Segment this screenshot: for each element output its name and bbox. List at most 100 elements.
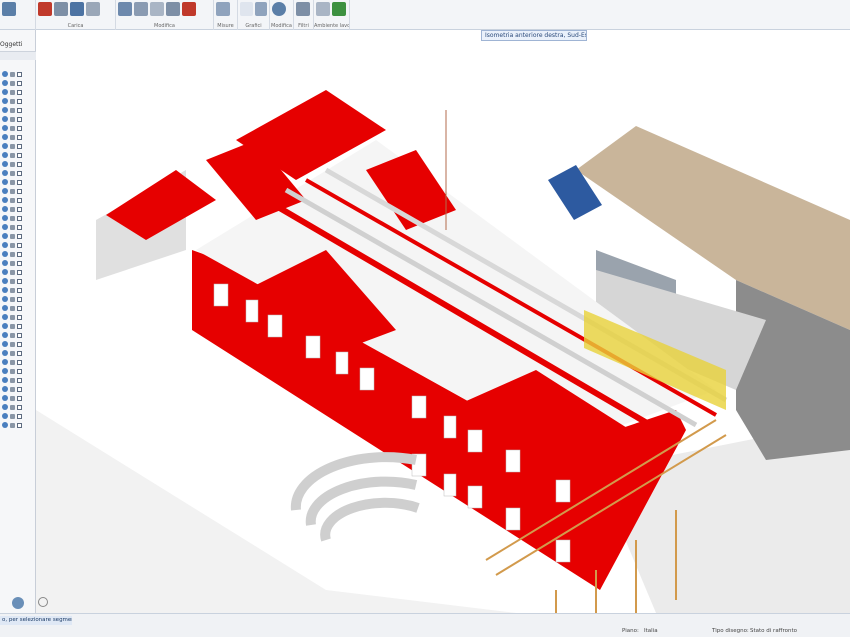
tree-row[interactable] xyxy=(2,250,34,258)
checkbox-icon[interactable] xyxy=(17,80,22,86)
checkbox-icon[interactable] xyxy=(17,395,22,401)
tree-row[interactable] xyxy=(2,142,34,150)
lock-icon[interactable] xyxy=(10,170,15,176)
eye-icon[interactable] xyxy=(2,413,8,419)
tree-row[interactable] xyxy=(2,367,34,375)
filter-icon[interactable] xyxy=(296,2,310,16)
checkbox-icon[interactable] xyxy=(17,179,22,185)
eye-icon[interactable] xyxy=(2,125,8,131)
tree-row[interactable] xyxy=(2,124,34,132)
tree-row[interactable] xyxy=(2,394,34,402)
checkbox-icon[interactable] xyxy=(17,233,22,239)
checkbox-icon[interactable] xyxy=(17,350,22,356)
tree-row[interactable] xyxy=(2,178,34,186)
checkbox-icon[interactable] xyxy=(17,197,22,203)
eye-icon[interactable] xyxy=(2,170,8,176)
line-icon[interactable] xyxy=(54,2,68,16)
copy-icon[interactable] xyxy=(70,2,84,16)
lock-icon[interactable] xyxy=(10,332,15,338)
tree-row[interactable] xyxy=(2,196,34,204)
tree-row[interactable] xyxy=(2,223,34,231)
tree-row[interactable] xyxy=(2,313,34,321)
eye-icon[interactable] xyxy=(2,386,8,392)
checkbox-icon[interactable] xyxy=(17,242,22,248)
tree-row[interactable] xyxy=(2,151,34,159)
tipo-disegno-value[interactable]: Stato di raffronto xyxy=(750,628,797,634)
lock-icon[interactable] xyxy=(10,386,15,392)
eye-icon[interactable] xyxy=(2,251,8,257)
lock-icon[interactable] xyxy=(10,179,15,185)
checkbox-icon[interactable] xyxy=(17,152,22,158)
tree-row[interactable] xyxy=(2,340,34,348)
tree-row[interactable] xyxy=(2,79,34,87)
lock-icon[interactable] xyxy=(10,404,15,410)
lock-icon[interactable] xyxy=(10,413,15,419)
eye-icon[interactable] xyxy=(2,287,8,293)
lock-icon[interactable] xyxy=(10,287,15,293)
eye-icon[interactable] xyxy=(2,233,8,239)
tree-row[interactable] xyxy=(2,295,34,303)
checkbox-icon[interactable] xyxy=(17,98,22,104)
copy-icon[interactable] xyxy=(134,2,148,16)
layout-icon[interactable] xyxy=(316,2,330,16)
checkbox-icon[interactable] xyxy=(17,422,22,428)
gear-icon[interactable] xyxy=(12,597,24,609)
tab-oggetti[interactable]: Oggetti xyxy=(0,41,36,52)
eye-icon[interactable] xyxy=(2,269,8,275)
lock-icon[interactable] xyxy=(10,422,15,428)
tree-row[interactable] xyxy=(2,349,34,357)
checkbox-icon[interactable] xyxy=(17,260,22,266)
checkbox-icon[interactable] xyxy=(17,188,22,194)
tree-row[interactable] xyxy=(2,70,34,78)
orbit-icon[interactable] xyxy=(38,597,48,607)
checkbox-icon[interactable] xyxy=(17,89,22,95)
tree-row[interactable] xyxy=(2,241,34,249)
tree-row[interactable] xyxy=(2,214,34,222)
lock-icon[interactable] xyxy=(10,341,15,347)
lock-icon[interactable] xyxy=(10,197,15,203)
eye-icon[interactable] xyxy=(2,368,8,374)
checkbox-icon[interactable] xyxy=(17,107,22,113)
eye-icon[interactable] xyxy=(2,260,8,266)
tree-row[interactable] xyxy=(2,268,34,276)
eye-icon[interactable] xyxy=(2,206,8,212)
eye-icon[interactable] xyxy=(2,323,8,329)
3d-viewport[interactable] xyxy=(36,30,850,613)
tree-row[interactable] xyxy=(2,232,34,240)
lock-icon[interactable] xyxy=(10,296,15,302)
lock-icon[interactable] xyxy=(10,242,15,248)
eye-icon[interactable] xyxy=(2,179,8,185)
eye-icon[interactable] xyxy=(2,341,8,347)
layout-icon[interactable] xyxy=(332,2,346,16)
eye-icon[interactable] xyxy=(2,224,8,230)
tree-row[interactable] xyxy=(2,385,34,393)
eye-icon[interactable] xyxy=(2,215,8,221)
lock-icon[interactable] xyxy=(10,350,15,356)
lock-icon[interactable] xyxy=(10,206,15,212)
checkbox-icon[interactable] xyxy=(17,116,22,122)
checkbox-icon[interactable] xyxy=(17,368,22,374)
checkbox-icon[interactable] xyxy=(17,143,22,149)
lock-icon[interactable] xyxy=(10,233,15,239)
checkbox-icon[interactable] xyxy=(17,314,22,320)
checkbox-icon[interactable] xyxy=(17,386,22,392)
tree-row[interactable] xyxy=(2,322,34,330)
checkbox-icon[interactable] xyxy=(17,125,22,131)
tree-row[interactable] xyxy=(2,205,34,213)
checkbox-icon[interactable] xyxy=(17,305,22,311)
line-icon[interactable] xyxy=(166,2,180,16)
lock-icon[interactable] xyxy=(10,98,15,104)
lock-icon[interactable] xyxy=(10,215,15,221)
eye-icon[interactable] xyxy=(2,278,8,284)
tree-row[interactable] xyxy=(2,97,34,105)
lock-icon[interactable] xyxy=(10,251,15,257)
lock-icon[interactable] xyxy=(10,107,15,113)
tree-row[interactable] xyxy=(2,88,34,96)
lock-icon[interactable] xyxy=(10,188,15,194)
eye-icon[interactable] xyxy=(2,152,8,158)
tree-row[interactable] xyxy=(2,403,34,411)
lock-icon[interactable] xyxy=(10,395,15,401)
lock-icon[interactable] xyxy=(10,278,15,284)
tree-row[interactable] xyxy=(2,421,34,429)
lock-icon[interactable] xyxy=(10,305,15,311)
